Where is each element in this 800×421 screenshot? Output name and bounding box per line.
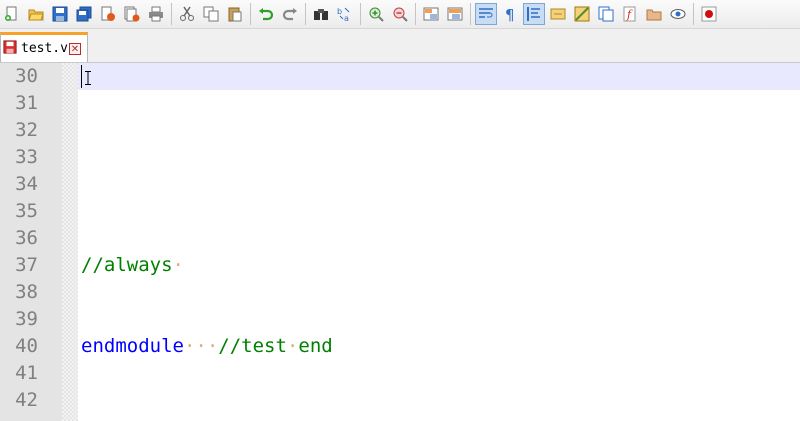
ibeam-cursor-icon — [85, 71, 91, 85]
redo-icon[interactable] — [279, 3, 301, 25]
user-defined-language-icon[interactable] — [547, 3, 569, 25]
show-all-characters-icon[interactable]: ¶ — [499, 3, 521, 25]
cut-icon[interactable] — [176, 3, 198, 25]
code-comment: //always — [81, 254, 173, 276]
record-macro-icon[interactable] — [698, 3, 720, 25]
svg-text:b: b — [337, 7, 342, 16]
toolbar-separator — [360, 3, 361, 25]
indent-guide-icon[interactable] — [523, 3, 545, 25]
toolbar-separator — [171, 3, 172, 25]
replace-icon[interactable]: ba — [334, 3, 356, 25]
editor[interactable]: 30 31 32 33 34 35 36 37 //always· 38 39 … — [0, 63, 800, 421]
toolbar-separator — [305, 3, 306, 25]
line-number: 31 — [15, 92, 38, 114]
tab-label: test.v — [21, 41, 68, 56]
text-caret — [81, 65, 82, 88]
code-line[interactable]: 42 — [0, 387, 800, 414]
line-number: 35 — [15, 200, 38, 222]
paste-icon[interactable] — [224, 3, 246, 25]
code-text-area[interactable]: //always· — [78, 252, 800, 279]
line-number: 36 — [15, 227, 38, 249]
code-line[interactable]: 30 — [0, 63, 800, 90]
folder-icon[interactable] — [643, 3, 665, 25]
sync-vertical-icon[interactable] — [420, 3, 442, 25]
code-line[interactable]: 31 — [0, 90, 800, 117]
tab-bar: test.v ✕ — [0, 29, 800, 63]
whitespace-marker: · — [286, 335, 299, 357]
code-comment: //test — [218, 335, 287, 357]
whitespace-marker: · — [172, 254, 184, 276]
line-number: 30 — [15, 65, 38, 87]
code-line[interactable]: 39 — [0, 306, 800, 333]
code-text-area[interactable]: endmodule···//test·end — [78, 333, 800, 360]
svg-text:a: a — [344, 14, 349, 22]
word-wrap-icon[interactable] — [475, 3, 497, 25]
svg-text:¶: ¶ — [505, 6, 515, 22]
code-line[interactable]: 32 — [0, 117, 800, 144]
toolbar-separator — [693, 3, 694, 25]
current-line-highlight[interactable] — [78, 63, 800, 90]
zoom-in-icon[interactable] — [365, 3, 387, 25]
code-line[interactable]: 40 endmodule···//test·end — [0, 333, 800, 360]
open-file-icon[interactable] — [25, 3, 47, 25]
toolbar-separator — [415, 3, 416, 25]
line-number: 33 — [15, 146, 38, 168]
undo-icon[interactable] — [255, 3, 277, 25]
line-number: 41 — [15, 362, 38, 384]
line-number: 32 — [15, 119, 38, 141]
code-line[interactable]: 34 — [0, 171, 800, 198]
new-file-icon[interactable] — [1, 3, 23, 25]
close-file-icon[interactable] — [97, 3, 119, 25]
code-line[interactable]: 41 — [0, 360, 800, 387]
line-number: 38 — [15, 281, 38, 303]
code-comment: end — [298, 335, 333, 357]
line-number: 39 — [15, 308, 38, 330]
code-line[interactable]: 38 — [0, 279, 800, 306]
line-number: 40 — [15, 335, 38, 357]
toolbar-separator — [250, 3, 251, 25]
code-line[interactable]: 35 — [0, 198, 800, 225]
whitespace-marker: ··· — [183, 335, 219, 357]
monitoring-eye-icon[interactable] — [667, 3, 689, 25]
sync-horizontal-icon[interactable] — [444, 3, 466, 25]
code-line[interactable]: 37 //always· — [0, 252, 800, 279]
print-icon[interactable] — [145, 3, 167, 25]
document-map-icon[interactable] — [571, 3, 593, 25]
tab-test-v[interactable]: test.v ✕ — [0, 32, 88, 62]
code-line[interactable]: 33 — [0, 144, 800, 171]
line-number: 42 — [15, 389, 38, 411]
save-icon[interactable] — [49, 3, 71, 25]
save-all-icon[interactable] — [73, 3, 95, 25]
function-list-icon[interactable] — [595, 3, 617, 25]
folder-as-workspace-icon[interactable]: f — [619, 3, 641, 25]
code-line[interactable]: 36 — [0, 225, 800, 252]
toolbar-separator — [470, 3, 471, 25]
toolbar: ba ¶ f — [0, 0, 800, 29]
find-icon[interactable] — [310, 3, 332, 25]
copy-icon[interactable] — [200, 3, 222, 25]
line-number: 34 — [15, 173, 38, 195]
zoom-out-icon[interactable] — [389, 3, 411, 25]
code-keyword: endmodule — [81, 335, 184, 357]
unsaved-file-icon — [3, 39, 17, 58]
tab-close-icon[interactable]: ✕ — [68, 42, 81, 55]
close-all-icon[interactable] — [121, 3, 143, 25]
line-number: 37 — [15, 254, 38, 276]
